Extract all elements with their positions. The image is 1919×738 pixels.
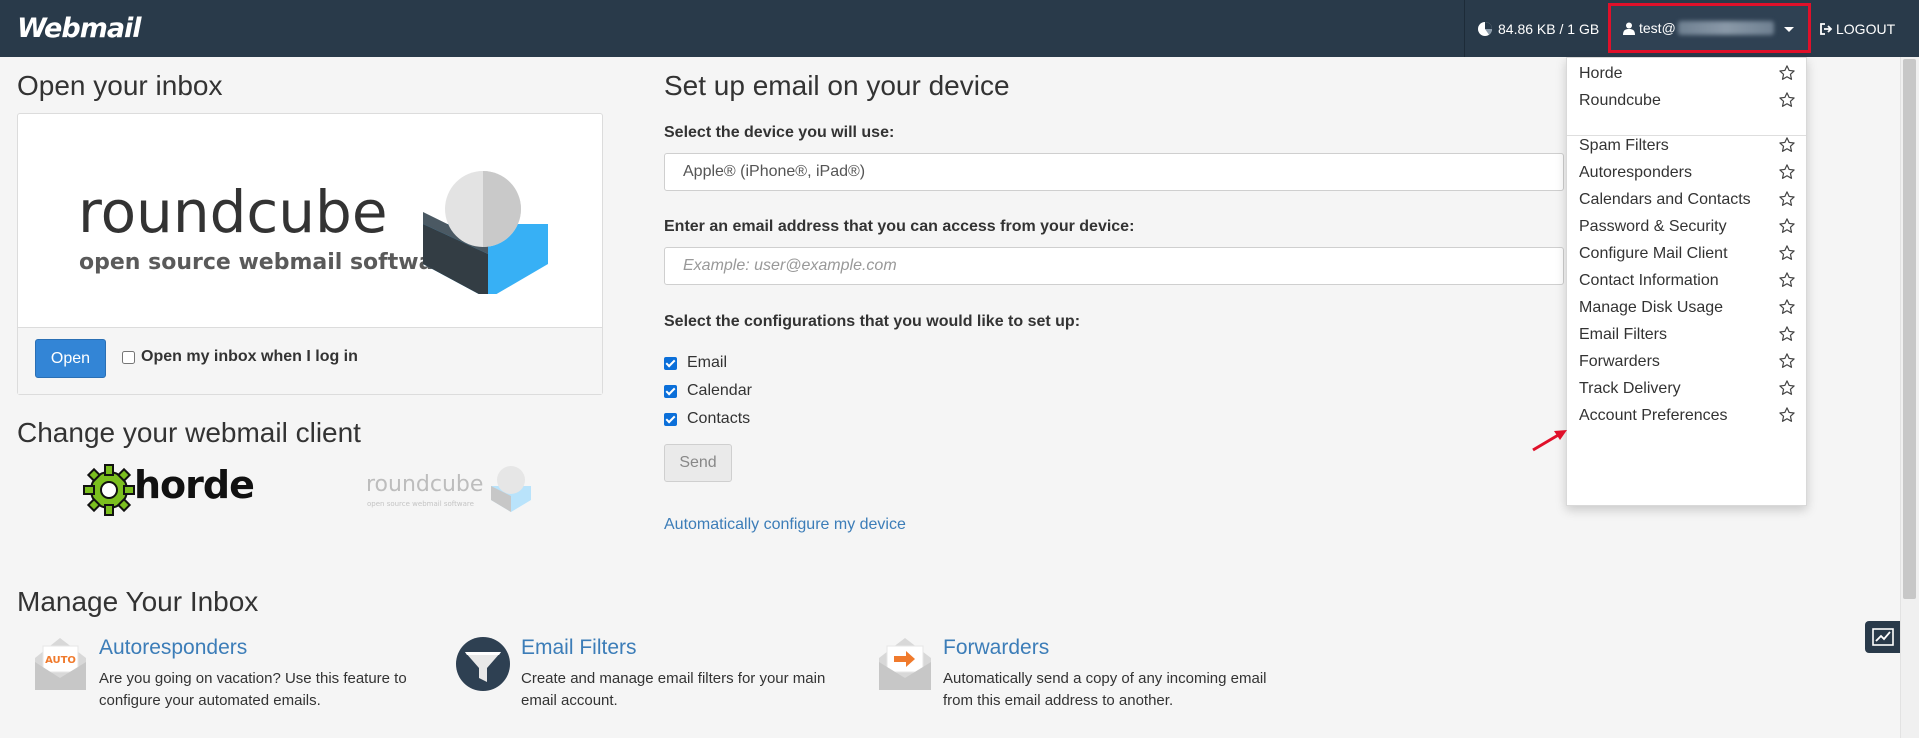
config-contacts-label: Contacts	[687, 410, 751, 427]
forwarders-link[interactable]: Forwarders	[943, 636, 1049, 660]
top-navbar: Webmail 84.86 KB / 1 GB test@ LOGOUT	[0, 0, 1919, 57]
manage-autoresponders[interactable]: AUTO Autoresponders Are you going on vac…	[33, 636, 433, 716]
disk-usage-text: 84.86 KB / 1 GB	[1498, 20, 1600, 37]
favorite-star-icon[interactable]	[1778, 91, 1796, 114]
email-filter-funnel-icon	[456, 637, 510, 691]
forwarder-envelope-icon	[879, 638, 931, 690]
send-button[interactable]: Send	[664, 444, 732, 482]
inbox-card: roundcube open source webmail software O…	[17, 113, 603, 395]
logout-label: LOGOUT	[1836, 20, 1896, 37]
manage-forwarders[interactable]: Forwarders Automatically send a copy of …	[877, 636, 1277, 716]
roundcube-client-link[interactable]: roundcube open source webmail software	[366, 462, 536, 518]
dropdown-item-label: Password & Security	[1579, 217, 1727, 235]
change-client-heading: Change your webmail client	[17, 417, 361, 448]
user-email-prefix: test@	[1639, 20, 1676, 36]
config-option-email[interactable]: Email	[664, 354, 727, 372]
setup-device-heading: Set up email on your device	[664, 70, 1010, 101]
annotation-arrow-icon	[1532, 430, 1567, 452]
email-address-label: Enter an email address that you can acce…	[664, 218, 1135, 235]
dropdown-item-label: Track Delivery	[1579, 379, 1681, 397]
webmail-logo[interactable]: Webmail	[17, 13, 142, 44]
config-option-calendar[interactable]: Calendar	[664, 382, 752, 400]
auto-badge: AUTO	[45, 655, 76, 666]
configurations-label: Select the configurations that you would…	[664, 313, 1081, 330]
inbox-card-footer: Open Open my inbox when I log in	[18, 327, 602, 394]
stats-chart-button[interactable]	[1865, 621, 1900, 653]
autoresponder-envelope-icon: AUTO	[35, 638, 86, 690]
dropdown-item-label: Autoresponders	[1579, 163, 1692, 181]
dropdown-item-label: Account Preferences	[1579, 406, 1728, 424]
roundcube-logo-tagline: open source webmail software	[79, 250, 459, 275]
open-on-login-checkbox[interactable]	[122, 350, 135, 364]
horde-gear-icon	[83, 464, 135, 516]
device-select-label: Select the device you will use:	[664, 124, 895, 141]
config-email-label: Email	[687, 354, 728, 371]
dropdown-item-label: Horde	[1579, 64, 1623, 82]
open-inbox-heading: Open your inbox	[17, 70, 223, 101]
dropdown-item-account-preferences[interactable]: Account Preferences	[1567, 399, 1806, 432]
roundcube-small-tagline: open source webmail software	[367, 500, 474, 508]
manage-inbox-heading: Manage Your Inbox	[17, 586, 259, 617]
dropdown-item-label: Email Filters	[1579, 325, 1668, 343]
pie-chart-icon	[1478, 21, 1492, 36]
logout-link[interactable]: LOGOUT	[1819, 0, 1895, 57]
favorite-star-icon[interactable]	[1778, 406, 1796, 429]
user-icon	[1623, 22, 1635, 35]
open-on-login-label: Open my inbox when I log in	[141, 348, 358, 365]
page-scrollbar-thumb[interactable]	[1903, 59, 1916, 599]
dropdown-item-roundcube[interactable]: Roundcube	[1567, 84, 1806, 117]
email-filters-link[interactable]: Email Filters	[521, 636, 637, 660]
roundcube-small-logo-text: roundcube	[366, 472, 484, 497]
autoresponders-description: Are you going on vacation? Use this feat…	[99, 670, 407, 709]
device-select[interactable]: Apple® (iPhone®, iPad®)	[664, 153, 1564, 191]
caret-down-icon	[1784, 27, 1794, 32]
line-chart-icon	[1871, 628, 1894, 646]
dropdown-item-label: Contact Information	[1579, 271, 1719, 289]
horde-client-link[interactable]: horde	[82, 461, 255, 517]
config-calendar-checkbox[interactable]	[664, 384, 677, 398]
open-on-login-option[interactable]: Open my inbox when I log in	[122, 348, 358, 366]
dropdown-item-label: Roundcube	[1579, 91, 1661, 109]
roundcube-small-cube-icon	[491, 466, 531, 512]
autoresponders-link[interactable]: Autoresponders	[99, 636, 247, 660]
config-calendar-label: Calendar	[687, 382, 752, 399]
config-email-checkbox[interactable]	[664, 356, 677, 370]
logout-icon	[1820, 22, 1833, 35]
email-filters-description: Create and manage email filters for your…	[521, 670, 826, 709]
manage-email-filters[interactable]: Email Filters Create and manage email fi…	[455, 636, 855, 716]
horde-logo-text: horde	[134, 463, 255, 507]
dropdown-item-label: Configure Mail Client	[1579, 244, 1728, 262]
roundcube-logo[interactable]: roundcube open source webmail software	[48, 154, 588, 294]
dropdown-item-label: Calendars and Contacts	[1579, 190, 1751, 208]
user-dropdown-menu: Horde Roundcube Spam Filters Autoresponders…	[1566, 57, 1807, 506]
redacted-username	[1677, 21, 1774, 35]
disk-usage-indicator[interactable]: 84.86 KB / 1 GB	[1464, 0, 1612, 57]
dropdown-item-label: Forwarders	[1579, 352, 1660, 370]
open-inbox-button[interactable]: Open	[35, 339, 106, 378]
auto-configure-link[interactable]: Automatically configure my device	[664, 516, 906, 534]
email-address-placeholder: Example: user@example.com	[683, 257, 897, 274]
forwarders-description: Automatically send a copy of any incomin…	[943, 670, 1267, 709]
roundcube-logo-word: roundcube	[78, 178, 388, 246]
device-select-value: Apple® (iPhone®, iPad®)	[683, 163, 866, 180]
dropdown-item-label: Manage Disk Usage	[1579, 298, 1724, 316]
config-contacts-checkbox[interactable]	[664, 412, 677, 426]
email-address-input[interactable]: Example: user@example.com	[664, 247, 1564, 285]
config-option-contacts[interactable]: Contacts	[664, 410, 750, 428]
user-menu-button[interactable]: test@	[1608, 3, 1811, 53]
dropdown-item-label: Spam Filters	[1579, 136, 1669, 154]
